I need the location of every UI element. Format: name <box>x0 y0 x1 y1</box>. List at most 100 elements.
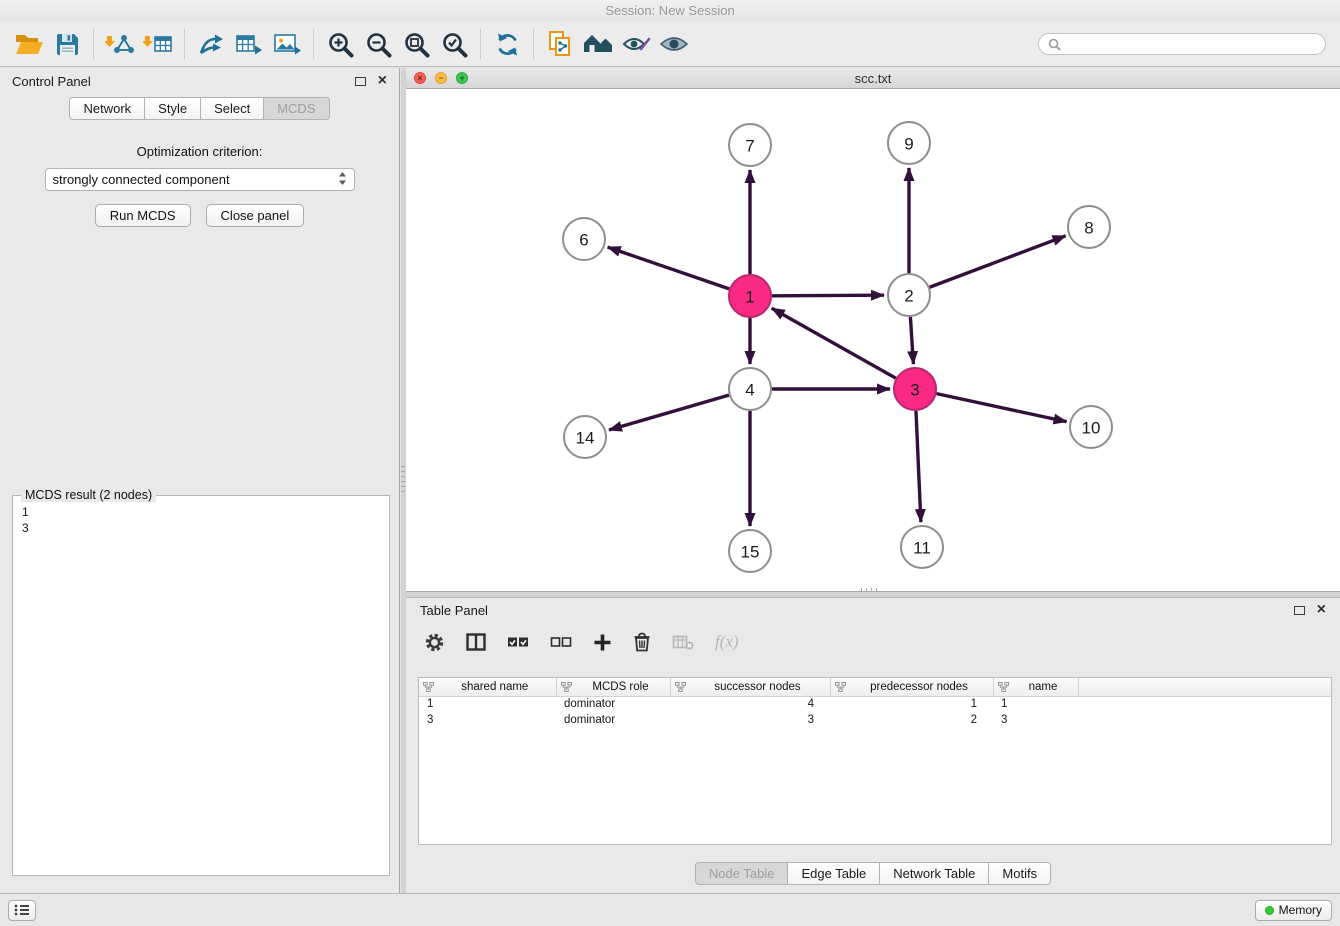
select-all-icon[interactable] <box>507 635 529 649</box>
tab-network[interactable]: Network <box>69 97 145 120</box>
style-eye-icon[interactable] <box>617 27 655 61</box>
float-table-panel-icon[interactable] <box>1294 606 1305 615</box>
window-close-button[interactable]: × <box>414 72 426 84</box>
graph-node-2[interactable]: 2 <box>888 274 930 316</box>
trash-icon[interactable] <box>633 632 651 652</box>
horizontal-splitter-grip[interactable] <box>861 588 877 592</box>
column-header-predecessor-nodes[interactable]: predecessor nodes <box>830 678 993 696</box>
tab-mcds[interactable]: MCDS <box>264 97 329 120</box>
close-panel-icon[interactable]: × <box>378 73 387 89</box>
plus-icon[interactable] <box>593 633 612 652</box>
zoom-selected-icon[interactable] <box>435 27 473 61</box>
deselect-all-icon[interactable] <box>550 635 572 649</box>
graph-node-15[interactable]: 15 <box>729 530 771 572</box>
cell-filler <box>1078 696 1331 712</box>
column-header-name[interactable]: name <box>993 678 1078 696</box>
mcds-result-list[interactable]: 13 <box>13 496 389 544</box>
delete-table-icon[interactable] <box>672 634 694 650</box>
graph-edge-3-11[interactable] <box>916 411 921 522</box>
column-type-icon <box>675 682 686 692</box>
graph-node-14[interactable]: 14 <box>564 416 606 458</box>
graph-edge-3-1[interactable] <box>772 308 896 378</box>
criterion-dropdown-value: strongly connected component <box>53 172 230 187</box>
toolbar-separator <box>184 29 185 59</box>
houses-icon[interactable] <box>579 27 617 61</box>
graph-node-1[interactable]: 1 <box>729 275 771 317</box>
column-header-mcds-role[interactable]: MCDS role <box>556 678 670 696</box>
graph-edge-4-14[interactable] <box>609 395 729 430</box>
tab-motifs[interactable]: Motifs <box>989 862 1051 885</box>
column-label: predecessor nodes <box>850 681 989 693</box>
tab-edge-table[interactable]: Edge Table <box>788 862 880 885</box>
table-export-icon[interactable] <box>230 27 268 61</box>
control-panel-header: Control Panel × <box>0 68 399 94</box>
gear-icon[interactable] <box>424 632 445 653</box>
graph-edge-3-10[interactable] <box>937 394 1067 422</box>
window-minimize-button[interactable]: − <box>435 72 447 84</box>
vertical-splitter-grip[interactable] <box>401 466 405 494</box>
column-type-icon <box>835 682 846 692</box>
mcds-result-line: 1 <box>22 504 380 520</box>
table-row[interactable]: 3dominator323 <box>419 712 1331 728</box>
task-history-icon[interactable] <box>8 900 36 921</box>
cell-shared-name: 3 <box>419 712 556 728</box>
tab-node-table[interactable]: Node Table <box>695 862 789 885</box>
table-import-icon[interactable] <box>139 27 177 61</box>
graph-edge-1-2[interactable] <box>772 295 884 296</box>
table-panel-tabs: Node Table Edge Table Network Table Moti… <box>406 862 1340 885</box>
column-type-icon <box>561 682 572 692</box>
network-canvas[interactable]: 7 9 6 8 1 2 4 3 14 10 15 11 <box>406 89 1340 591</box>
zoom-in-icon[interactable] <box>321 27 359 61</box>
image-export-icon[interactable] <box>268 27 306 61</box>
close-table-panel-icon[interactable]: × <box>1317 602 1326 618</box>
column-header-filler <box>1078 678 1331 696</box>
float-panel-icon[interactable] <box>355 77 366 86</box>
graph-edge-2-3[interactable] <box>910 317 913 364</box>
tab-network-table[interactable]: Network Table <box>880 862 989 885</box>
document-share-icon[interactable] <box>541 27 579 61</box>
close-panel-button[interactable]: Close panel <box>206 204 305 227</box>
zoom-fit-icon[interactable] <box>397 27 435 61</box>
window-zoom-button[interactable]: + <box>456 72 468 84</box>
graph-node-4[interactable]: 4 <box>729 368 771 410</box>
tab-style[interactable]: Style <box>145 97 201 120</box>
graph-node-3[interactable]: 3 <box>894 368 936 410</box>
graph-node-6[interactable]: 6 <box>563 218 605 260</box>
svg-text:15: 15 <box>741 543 760 562</box>
column-layout-icon[interactable] <box>466 633 486 651</box>
network-import-icon[interactable] <box>101 27 139 61</box>
cell-successor-nodes: 3 <box>670 712 830 728</box>
refresh-icon[interactable] <box>488 27 526 61</box>
column-label: MCDS role <box>576 681 666 693</box>
svg-text:7: 7 <box>745 137 754 156</box>
graph-node-11[interactable]: 11 <box>901 526 943 568</box>
zoom-out-icon[interactable] <box>359 27 397 61</box>
graph-node-7[interactable]: 7 <box>729 124 771 166</box>
graph-edge-1-6[interactable] <box>608 247 730 289</box>
mcds-result-line: 3 <box>22 520 380 536</box>
graph-node-10[interactable]: 10 <box>1070 406 1112 448</box>
status-bar: Memory <box>0 893 1340 926</box>
search-input[interactable] <box>1067 37 1316 51</box>
cell-filler <box>1078 712 1331 728</box>
search-box[interactable] <box>1038 33 1326 55</box>
graph-edge-2-8[interactable] <box>930 236 1066 287</box>
graph-node-9[interactable]: 9 <box>888 122 930 164</box>
graph-node-8[interactable]: 8 <box>1068 206 1110 248</box>
floppy-save-icon[interactable] <box>48 27 86 61</box>
tab-select[interactable]: Select <box>201 97 264 120</box>
column-header-shared-name[interactable]: shared name <box>419 678 556 696</box>
run-mcds-button[interactable]: Run MCDS <box>95 204 191 227</box>
column-header-successor-nodes[interactable]: successor nodes <box>670 678 830 696</box>
table-row[interactable]: 1dominator411 <box>419 696 1331 712</box>
node-table-container: shared name MCDS role successor nodes prede… <box>418 677 1332 845</box>
network-window: × − + scc.txt 7968124314101511 <box>406 68 1340 592</box>
eye-icon[interactable] <box>655 27 693 61</box>
network-share-icon[interactable] <box>192 27 230 61</box>
column-label: successor nodes <box>690 681 826 693</box>
mcds-buttons-row: Run MCDS Close panel <box>0 204 399 227</box>
memory-button[interactable]: Memory <box>1255 900 1332 921</box>
folder-open-icon[interactable] <box>10 27 48 61</box>
function-icon[interactable]: f(x) <box>715 632 739 652</box>
criterion-dropdown[interactable]: strongly connected component <box>45 168 355 191</box>
